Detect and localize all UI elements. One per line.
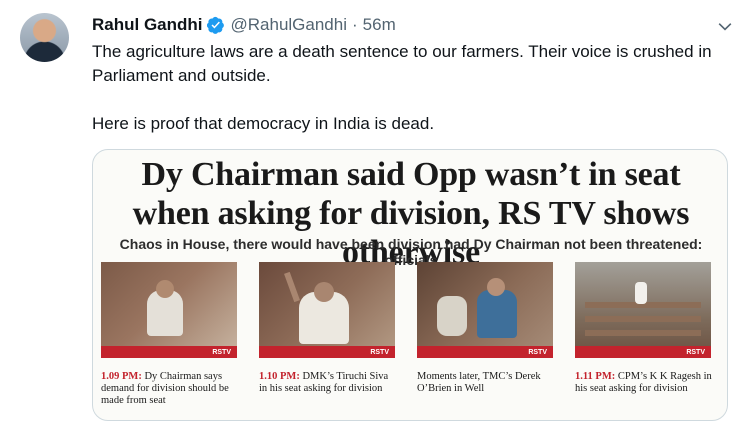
author-name[interactable]: Rahul Gandhi	[92, 15, 203, 35]
author-handle[interactable]: @RahulGandhi	[231, 15, 348, 35]
tweet-text-paragraph: The agriculture laws are a death sentenc…	[92, 42, 712, 85]
photo-caption: 1.10 PM: DMK’s Tiruchi Siva in his seat …	[259, 371, 397, 395]
photo-caption: 1.11 PM: CPM’s K K Ragesh in his seat as…	[575, 371, 713, 395]
caption-text: Moments later, TMC’s Derek O’Brien in We…	[417, 371, 541, 394]
news-photo: RSTV	[101, 262, 237, 358]
chevron-down-icon[interactable]	[716, 18, 734, 36]
separator-dot: ·	[352, 15, 358, 34]
tv-logo: RSTV	[528, 349, 547, 356]
avatar[interactable]	[20, 13, 69, 62]
caption-time: 1.09 PM:	[101, 371, 142, 382]
tweet-text-paragraph: Here is proof that democracy in India is…	[92, 114, 435, 133]
tv-logo: RSTV	[370, 349, 389, 356]
tweet-header: Rahul Gandhi @RahulGandhi · 56m	[92, 13, 396, 37]
verified-badge-icon	[206, 16, 224, 34]
tv-logo: RSTV	[212, 349, 231, 356]
photo-caption: 1.09 PM: Dy Chairman says demand for div…	[101, 371, 239, 407]
news-photo: RSTV	[575, 262, 711, 358]
tweet-timestamp[interactable]: 56m	[363, 15, 396, 35]
news-photo: RSTV	[259, 262, 395, 358]
photo-caption: Moments later, TMC’s Derek O’Brien in We…	[417, 371, 555, 395]
caption-time: 1.10 PM:	[259, 371, 300, 382]
tweet-text: The agriculture laws are a death sentenc…	[92, 40, 712, 136]
media-image[interactable]: Dy Chairman said Opp wasn’t in seat when…	[92, 149, 728, 421]
caption-time: 1.11 PM:	[575, 371, 616, 382]
news-photo: RSTV	[417, 262, 553, 358]
tv-logo: RSTV	[686, 349, 705, 356]
